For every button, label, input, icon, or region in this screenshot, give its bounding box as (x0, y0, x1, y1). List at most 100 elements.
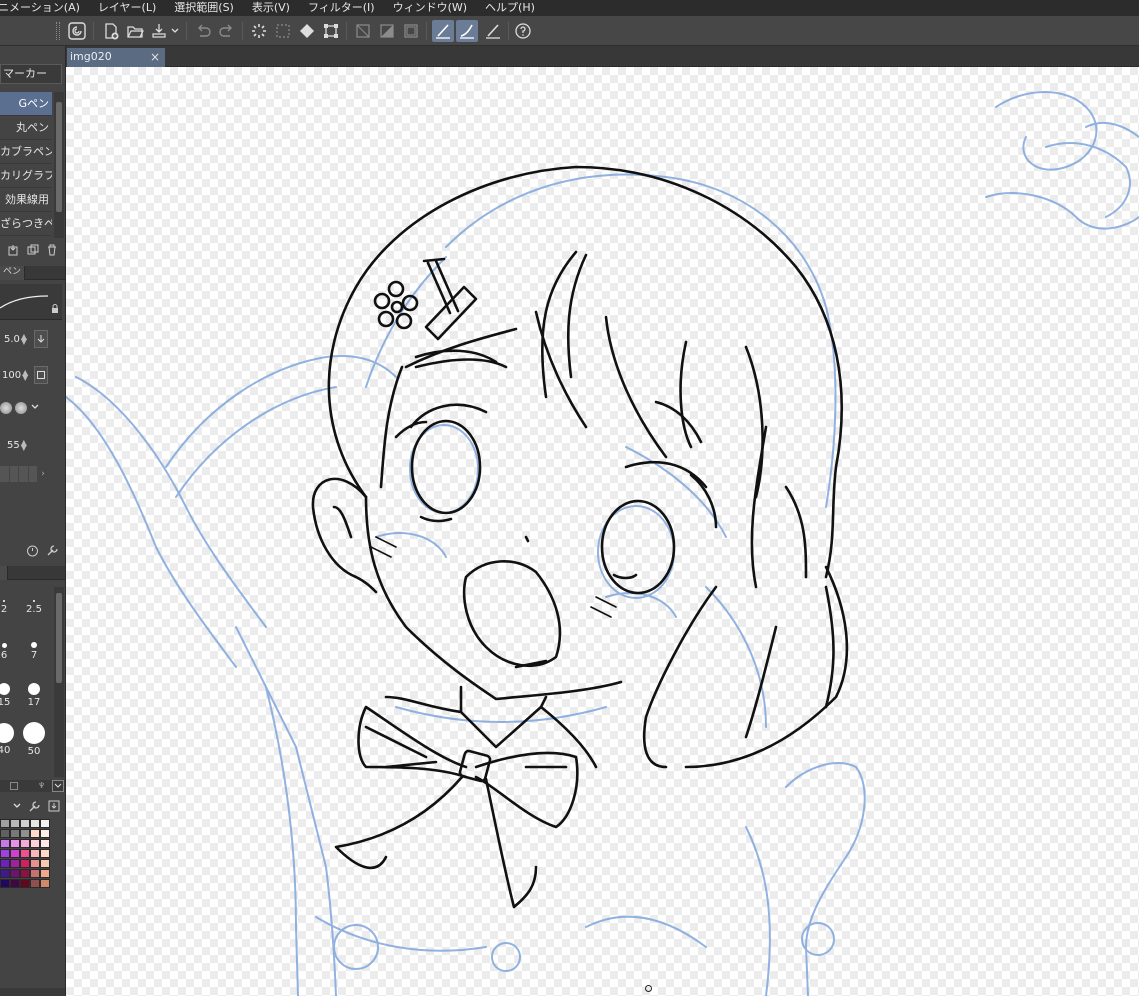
chevron-down-icon[interactable] (52, 780, 64, 792)
document-tab[interactable]: img020 × (67, 48, 165, 67)
brush-size-scrollbar[interactable] (54, 587, 64, 777)
color-swatch[interactable] (0, 829, 10, 838)
menu-item[interactable]: ヘルプ(H) (476, 0, 544, 16)
transform-icon[interactable] (320, 20, 342, 42)
color-swatch[interactable] (10, 819, 20, 828)
menu-item[interactable]: 表示(V) (243, 0, 299, 16)
color-swatch[interactable] (30, 869, 40, 878)
subtool-scrollbar[interactable] (54, 92, 64, 238)
snap-ruler-icon[interactable] (432, 20, 454, 42)
toolbar-grip[interactable] (56, 22, 60, 40)
subtool-group-tab[interactable]: マーカー (0, 64, 62, 84)
color-swatch[interactable] (30, 859, 40, 868)
brush-size-field[interactable]: 5.0 ▲ ▼ (4, 328, 27, 350)
color-swatch[interactable] (30, 879, 40, 888)
color-swatch[interactable] (10, 849, 20, 858)
clear-icon[interactable] (248, 20, 270, 42)
color-swatch[interactable] (30, 819, 40, 828)
pressure-settings-button[interactable] (34, 330, 48, 348)
open-file-icon[interactable] (124, 20, 146, 42)
color-swatch[interactable] (20, 859, 30, 868)
chevron-down-icon[interactable] (0, 798, 22, 814)
brush-size-item[interactable]: 6 (0, 631, 18, 663)
chevron-right-icon[interactable]: › (38, 466, 48, 482)
menu-item[interactable]: ウィンドウ(W) (384, 0, 476, 16)
chevron-down-icon[interactable] (30, 402, 40, 415)
color-swatch[interactable] (30, 829, 40, 838)
spinner-icon[interactable]: ▲ ▼ (21, 439, 27, 452)
export-icon[interactable] (148, 20, 170, 42)
clip-studio-icon[interactable] (66, 20, 88, 42)
layer-mask-icon[interactable] (376, 20, 398, 42)
help-icon[interactable] (512, 20, 534, 42)
tool-property-tab[interactable]: ペン (0, 266, 26, 280)
lock-icon[interactable] (50, 304, 60, 317)
color-swatch[interactable] (40, 879, 50, 888)
new-file-icon[interactable] (100, 20, 122, 42)
menu-item[interactable]: 選択範囲(S) (165, 0, 243, 16)
copy-subtool-icon[interactable] (6, 242, 22, 258)
brush-size-item[interactable]: 2 (0, 587, 18, 619)
color-swatch[interactable] (0, 879, 10, 888)
border-icon[interactable] (400, 20, 422, 42)
drawing-canvas[interactable] (66, 67, 1139, 996)
color-swatch[interactable] (0, 839, 10, 848)
brush-tip-selector[interactable] (0, 398, 48, 418)
snap-special-ruler-icon[interactable] (456, 20, 478, 42)
chevron-down-icon[interactable] (168, 20, 182, 42)
menu-item[interactable]: レイヤー(L) (89, 0, 165, 16)
stopwatch-icon[interactable] (24, 542, 40, 558)
duplicate-subtool-icon[interactable] (25, 242, 41, 258)
color-swatch[interactable] (0, 819, 10, 828)
subtool-item[interactable]: 効果線用 (0, 188, 52, 212)
wrench-icon[interactable] (26, 798, 42, 814)
color-swatch[interactable] (0, 869, 10, 878)
color-swatch[interactable] (20, 829, 30, 838)
undo-icon[interactable] (192, 20, 214, 42)
color-swatch[interactable] (10, 829, 20, 838)
subtool-item[interactable]: カリグラフィ (0, 164, 52, 188)
invert-selection-icon[interactable] (352, 20, 374, 42)
spinner-icon[interactable]: ▲ ▼ (22, 369, 28, 382)
add-color-icon[interactable] (46, 798, 62, 814)
menu-item[interactable]: ニメーション(A) (0, 0, 89, 16)
brush-size-item[interactable]: 2.5 (20, 587, 48, 619)
brush-size-item[interactable]: 50 (20, 719, 48, 757)
snap-grid-icon[interactable] (482, 20, 504, 42)
color-swatch[interactable] (20, 849, 30, 858)
stroke-segment-selector[interactable]: › (0, 466, 48, 482)
color-swatch[interactable] (40, 869, 50, 878)
subtool-item[interactable]: 丸ペン (0, 116, 52, 140)
brush-size-item[interactable]: 7 (20, 631, 48, 663)
wrench-icon[interactable] (44, 542, 60, 558)
color-swatch[interactable] (40, 839, 50, 848)
color-swatch[interactable] (40, 859, 50, 868)
palette-settings-icon[interactable]: ♆ (38, 781, 45, 790)
color-swatch[interactable] (0, 849, 10, 858)
color-swatch[interactable] (0, 859, 10, 868)
color-swatch[interactable] (10, 839, 20, 848)
spinner-icon[interactable]: ▲ ▼ (21, 333, 27, 346)
color-swatch[interactable] (40, 829, 50, 838)
color-swatch[interactable] (20, 839, 30, 848)
color-swatch[interactable] (40, 819, 50, 828)
subtool-item[interactable]: ざらつきペン (0, 212, 52, 236)
color-swatch[interactable] (40, 849, 50, 858)
color-swatch[interactable] (10, 859, 20, 868)
fill-icon[interactable] (296, 20, 318, 42)
menu-item[interactable]: フィルター(I) (299, 0, 384, 16)
opacity-field[interactable]: 100 ▲ ▼ (2, 364, 28, 386)
selection-icon[interactable] (272, 20, 294, 42)
redo-icon[interactable] (216, 20, 238, 42)
subtool-item[interactable]: カブラペン (0, 140, 52, 164)
close-icon[interactable]: × (150, 48, 160, 66)
color-swatch[interactable] (10, 879, 20, 888)
color-swatch[interactable] (20, 819, 30, 828)
opacity-settings-button[interactable] (34, 366, 48, 384)
color-swatch[interactable] (10, 869, 20, 878)
brush-size-item[interactable]: 17 (20, 675, 48, 708)
brush-size-item[interactable]: 15 (0, 675, 18, 708)
brush-size-item[interactable]: 40 (0, 719, 18, 756)
trash-icon[interactable] (44, 242, 60, 258)
color-swatch[interactable] (20, 879, 30, 888)
